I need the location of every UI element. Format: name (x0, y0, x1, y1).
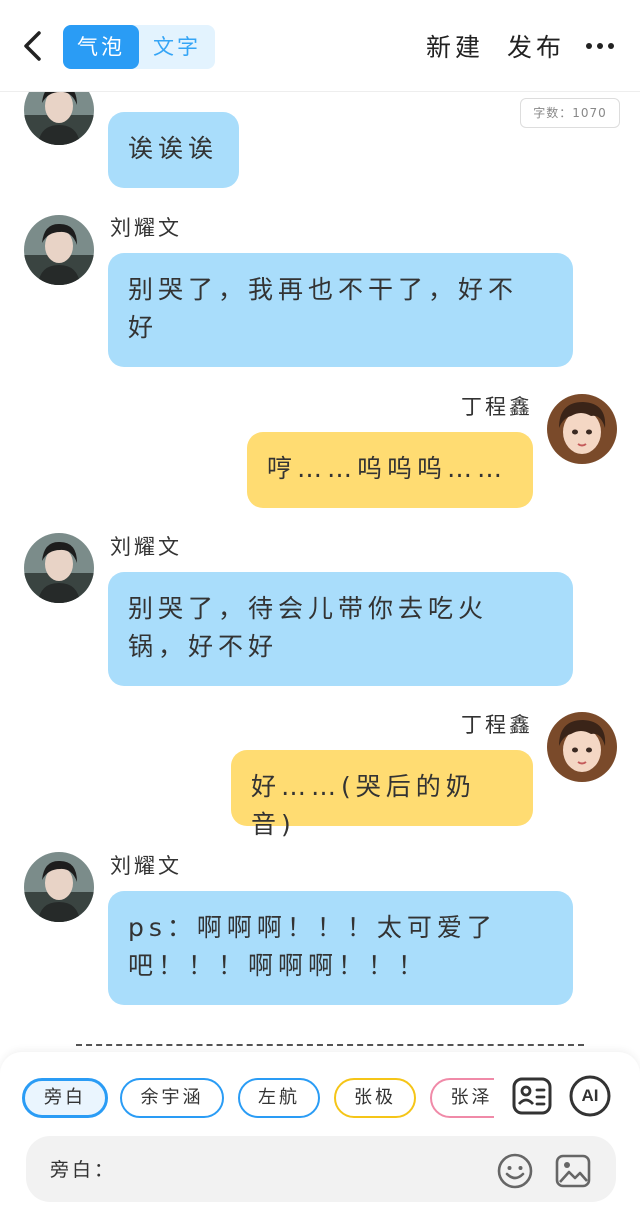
message-line: ps：啊啊啊！！！太可爱了 (128, 913, 497, 942)
avatar-ding-chengxin[interactable] (547, 394, 617, 464)
character-chip-list[interactable]: 旁白 余宇涵 左航 张极 张泽禹 (20, 1078, 494, 1120)
message-bubble[interactable]: ps：啊啊啊！！！太可爱了 吧！！！啊啊啊！！！ (108, 891, 573, 1005)
message-bubble[interactable]: 哼……呜呜呜…… (247, 432, 533, 508)
publish-button[interactable]: 发布 (507, 28, 565, 64)
more-button[interactable] (584, 32, 616, 60)
portrait-boy-cartoon-icon (547, 394, 617, 464)
chevron-left-icon (24, 31, 41, 61)
message-line: 锅，好不好 (128, 632, 279, 661)
portrait-boy-cartoon-icon (547, 712, 617, 782)
message-line: 吧！！！啊啊啊！！！ (128, 951, 429, 980)
message-bubble[interactable]: 好……(哭后的奶音) (231, 750, 533, 839)
speaker-name: 丁程鑫 (461, 713, 533, 737)
ai-label: AI (581, 1086, 599, 1105)
speaker-name: 丁程鑫 (461, 395, 533, 419)
chat-area[interactable]: 诶诶诶 刘耀文 别哭了，我再也不干了，好不 好 丁程鑫 哼……呜呜呜…… 刘耀文… (0, 92, 640, 1052)
input-role-label: 旁白： (50, 1159, 117, 1181)
tab-bubble[interactable]: 气泡 (63, 25, 139, 69)
speaker-name: 刘耀文 (110, 854, 182, 878)
message-line: 好……(哭后的奶音) (251, 772, 476, 839)
chip-character[interactable]: 张泽禹 (430, 1078, 494, 1118)
message-line: 哼……呜呜呜…… (267, 454, 508, 483)
character-manage-button[interactable] (510, 1074, 554, 1118)
message-bubble[interactable]: 别哭了，待会儿带你去吃火 锅，好不好 (108, 572, 573, 686)
message-line: 别哭了，我再也不干了，好不 (128, 275, 519, 304)
back-button[interactable] (14, 26, 54, 66)
speaker-name: 刘耀文 (110, 216, 182, 240)
chip-character[interactable]: 左航 (238, 1078, 320, 1118)
avatar-liu-yaowen[interactable] (24, 852, 94, 922)
avatar-ding-chengxin[interactable] (547, 712, 617, 782)
character-card-icon (512, 1077, 552, 1115)
image-icon (555, 1154, 591, 1188)
portrait-boy-dark-icon (24, 215, 94, 285)
message-line: 好 (128, 313, 159, 342)
emoji-icon (497, 1153, 533, 1189)
portrait-boy-dark-icon (24, 533, 94, 603)
portrait-boy-dark-icon (24, 92, 94, 145)
chip-character[interactable]: 张极 (334, 1078, 416, 1118)
new-button[interactable]: 新建 (426, 28, 484, 64)
chip-narrator[interactable]: 旁白 (22, 1078, 108, 1118)
message-line: 别哭了，待会儿带你去吃火 (128, 594, 489, 623)
word-count-badge: 字数：1070 (520, 98, 620, 128)
ai-button[interactable]: AI (568, 1074, 612, 1118)
message-bubble[interactable]: 别哭了，我再也不干了，好不 好 (108, 253, 573, 367)
mode-switch: 气泡 文字 (63, 25, 215, 69)
avatar-liu-yaowen[interactable] (24, 533, 94, 603)
image-button[interactable] (554, 1152, 592, 1190)
end-divider (76, 1044, 584, 1046)
avatar-liu-yaowen[interactable] (24, 92, 94, 145)
more-horizontal-icon (586, 43, 614, 49)
speaker-name: 刘耀文 (110, 535, 182, 559)
tab-text[interactable]: 文字 (139, 25, 215, 69)
emoji-button[interactable] (496, 1152, 534, 1190)
chip-character[interactable]: 余宇涵 (120, 1078, 224, 1118)
avatar-liu-yaowen[interactable] (24, 215, 94, 285)
top-bar: 气泡 文字 新建 发布 (0, 0, 640, 92)
portrait-boy-dark-icon (24, 852, 94, 922)
message-line: 诶诶诶 (128, 134, 219, 163)
message-bubble[interactable]: 诶诶诶 (108, 112, 239, 188)
